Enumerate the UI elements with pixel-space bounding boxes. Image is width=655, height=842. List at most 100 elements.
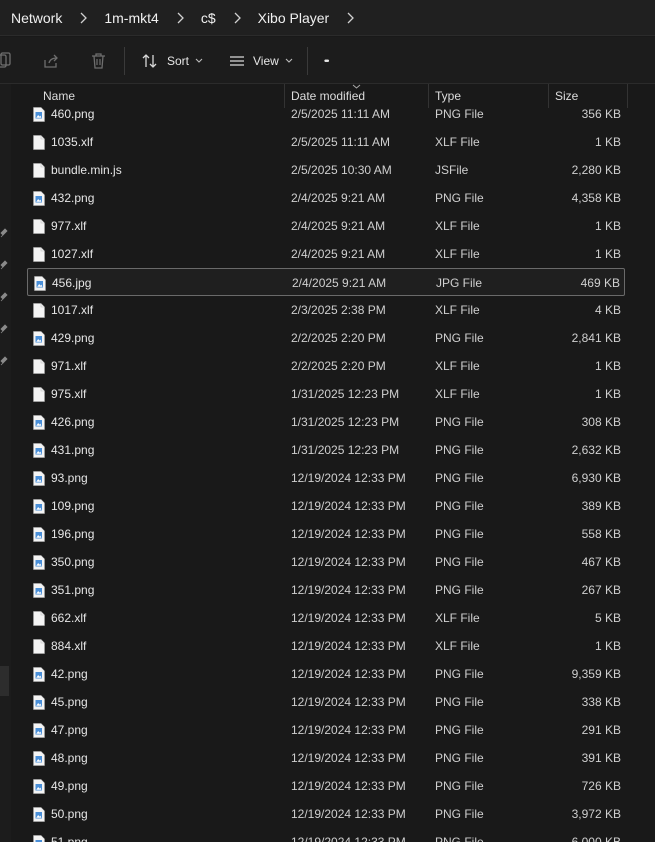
file-type: PNG File [435, 443, 484, 457]
file-type: JPG File [436, 276, 483, 290]
sort-button[interactable]: Sort [141, 49, 203, 73]
sort-descending-icon [352, 84, 361, 89]
file-row[interactable]: 45.png 12/19/2024 12:33 PM PNG File 338 KB [27, 688, 625, 716]
file-type: PNG File [435, 415, 484, 429]
view-label: View [253, 54, 279, 68]
file-size: 1 KB [594, 135, 621, 149]
file-type: XLF File [435, 387, 480, 401]
file-type: PNG File [435, 807, 484, 821]
file-size: 5 KB [594, 611, 621, 625]
chevron-down-icon [195, 58, 203, 63]
chevron-right-icon[interactable] [159, 12, 201, 24]
sort-label: Sort [167, 54, 190, 68]
view-button[interactable]: View [229, 49, 293, 73]
file-row[interactable]: 977.xlf 2/4/2025 9:21 AM XLF File 1 KB [27, 212, 625, 240]
copy-icon[interactable] [0, 49, 12, 73]
file-row[interactable]: 109.png 12/19/2024 12:33 PM PNG File 389 KB [27, 492, 625, 520]
command-bar: Sort View ••• [0, 37, 655, 84]
view-list-icon [230, 56, 244, 66]
file-name: 429.png [51, 331, 95, 345]
file-size: 6,930 KB [571, 471, 621, 485]
file-row[interactable]: 426.png 1/31/2025 12:23 PM PNG File 308 KB [27, 408, 625, 436]
file-size: 267 KB [581, 583, 621, 597]
file-list: 460.png 2/5/2025 11:11 AM PNG File 356 KB 10… [27, 100, 655, 842]
file-row[interactable]: 460.png 2/5/2025 11:11 AM PNG File 356 KB [27, 100, 625, 128]
file-row[interactable]: 884.xlf 12/19/2024 12:33 PM XLF File 1 KB [27, 632, 625, 660]
file-row[interactable]: 1017.xlf 2/3/2025 2:38 PM XLF File 4 KB [27, 296, 625, 324]
pin-icon[interactable] [0, 324, 8, 334]
breadcrumb-item-share[interactable]: c$ [201, 6, 216, 30]
file-row[interactable]: 431.png 1/31/2025 12:23 PM PNG File 2,632 K… [27, 436, 625, 464]
file-date-modified: 12/19/2024 12:33 PM [291, 471, 406, 485]
pin-icon[interactable] [0, 292, 8, 302]
file-date-modified: 1/31/2025 12:23 PM [291, 415, 400, 429]
file-name: 350.png [51, 555, 95, 569]
breadcrumb-item-folder[interactable]: Xibo Player [258, 6, 330, 30]
pin-icon[interactable] [0, 356, 8, 366]
file-size: 1 KB [594, 359, 621, 373]
file-date-modified: 2/4/2025 9:21 AM [291, 191, 386, 205]
file-date-modified: 12/19/2024 12:33 PM [291, 555, 406, 569]
chevron-right-icon[interactable] [62, 12, 104, 24]
file-name: 1035.xlf [51, 135, 94, 149]
file-row[interactable]: 1027.xlf 2/4/2025 9:21 AM XLF File 1 KB [27, 240, 625, 268]
file-name: 49.png [51, 779, 88, 793]
file-row[interactable]: 47.png 12/19/2024 12:33 PM PNG File 291 KB [27, 716, 625, 744]
share-icon[interactable] [42, 49, 60, 73]
toolbar-divider [124, 47, 125, 75]
file-name: 662.xlf [51, 611, 87, 625]
file-row[interactable]: 50.png 12/19/2024 12:33 PM PNG File 3,972 K… [27, 800, 625, 828]
pin-icon[interactable] [0, 228, 8, 238]
file-row[interactable]: 971.xlf 2/2/2025 2:20 PM XLF File 1 KB [27, 352, 625, 380]
file-size: 3,972 KB [571, 807, 621, 821]
breadcrumb-item-host[interactable]: 1m-mkt4 [104, 6, 158, 30]
file-row[interactable]: 51.png 12/19/2024 12:33 PM PNG File 6,000 K… [27, 828, 625, 842]
file-date-modified: 12/19/2024 12:33 PM [291, 639, 406, 653]
file-row[interactable]: 49.png 12/19/2024 12:33 PM PNG File 726 KB [27, 772, 625, 800]
file-type: XLF File [435, 247, 480, 261]
file-size: 338 KB [581, 695, 621, 709]
file-name: 1027.xlf [51, 247, 94, 261]
file-date-modified: 12/19/2024 12:33 PM [291, 835, 406, 842]
file-type: PNG File [435, 107, 484, 121]
file-size: 9,359 KB [571, 667, 621, 681]
file-row[interactable]: 42.png 12/19/2024 12:33 PM PNG File 9,359 K… [27, 660, 625, 688]
file-type: PNG File [435, 723, 484, 737]
file-size: 391 KB [581, 751, 621, 765]
breadcrumb-item-network[interactable]: Network [11, 6, 62, 30]
file-name: 48.png [51, 751, 88, 765]
file-row[interactable]: 48.png 12/19/2024 12:33 PM PNG File 391 KB [27, 744, 625, 772]
file-type: XLF File [435, 219, 480, 233]
more-options-button[interactable]: ••• [324, 49, 330, 73]
file-row[interactable]: 432.png 2/4/2025 9:21 AM PNG File 4,358 KB [27, 184, 625, 212]
file-row[interactable]: 456.jpg 2/4/2025 9:21 AM JPG File 469 KB [27, 268, 625, 296]
file-date-modified: 12/19/2024 12:33 PM [291, 695, 406, 709]
pin-icon[interactable] [0, 260, 8, 270]
file-name: 351.png [51, 583, 95, 597]
chevron-right-icon[interactable] [216, 12, 258, 24]
file-name: 975.xlf [51, 387, 87, 401]
file-row[interactable]: 93.png 12/19/2024 12:33 PM PNG File 6,930 K… [27, 464, 625, 492]
file-name: 426.png [51, 415, 95, 429]
file-row[interactable]: bundle.min.js 2/5/2025 10:30 AM JSFile 2,28… [27, 156, 625, 184]
file-row[interactable]: 350.png 12/19/2024 12:33 PM PNG File 467 KB [27, 548, 625, 576]
file-type: JSFile [435, 163, 469, 177]
file-size: 4 KB [594, 303, 621, 317]
toolbar-divider [307, 47, 308, 75]
file-row[interactable]: 429.png 2/2/2025 2:20 PM PNG File 2,841 KB [27, 324, 625, 352]
sort-icon [142, 54, 157, 68]
file-size: 4,358 KB [571, 191, 621, 205]
chevron-right-icon[interactable] [329, 12, 371, 24]
file-size: 308 KB [581, 415, 621, 429]
delete-icon[interactable] [90, 49, 107, 73]
file-size: 2,841 KB [571, 331, 621, 345]
file-row[interactable]: 351.png 12/19/2024 12:33 PM PNG File 267 KB [27, 576, 625, 604]
file-row[interactable]: 975.xlf 1/31/2025 12:23 PM XLF File 1 KB [27, 380, 625, 408]
file-row[interactable]: 1035.xlf 2/5/2025 11:11 AM XLF File 1 KB [27, 128, 625, 156]
navigation-pane-edge [0, 84, 11, 842]
file-size: 469 KB [580, 276, 620, 290]
file-name: 47.png [51, 723, 88, 737]
file-row[interactable]: 662.xlf 12/19/2024 12:33 PM XLF File 5 KB [27, 604, 625, 632]
file-type: XLF File [435, 359, 480, 373]
file-row[interactable]: 196.png 12/19/2024 12:33 PM PNG File 558 KB [27, 520, 625, 548]
